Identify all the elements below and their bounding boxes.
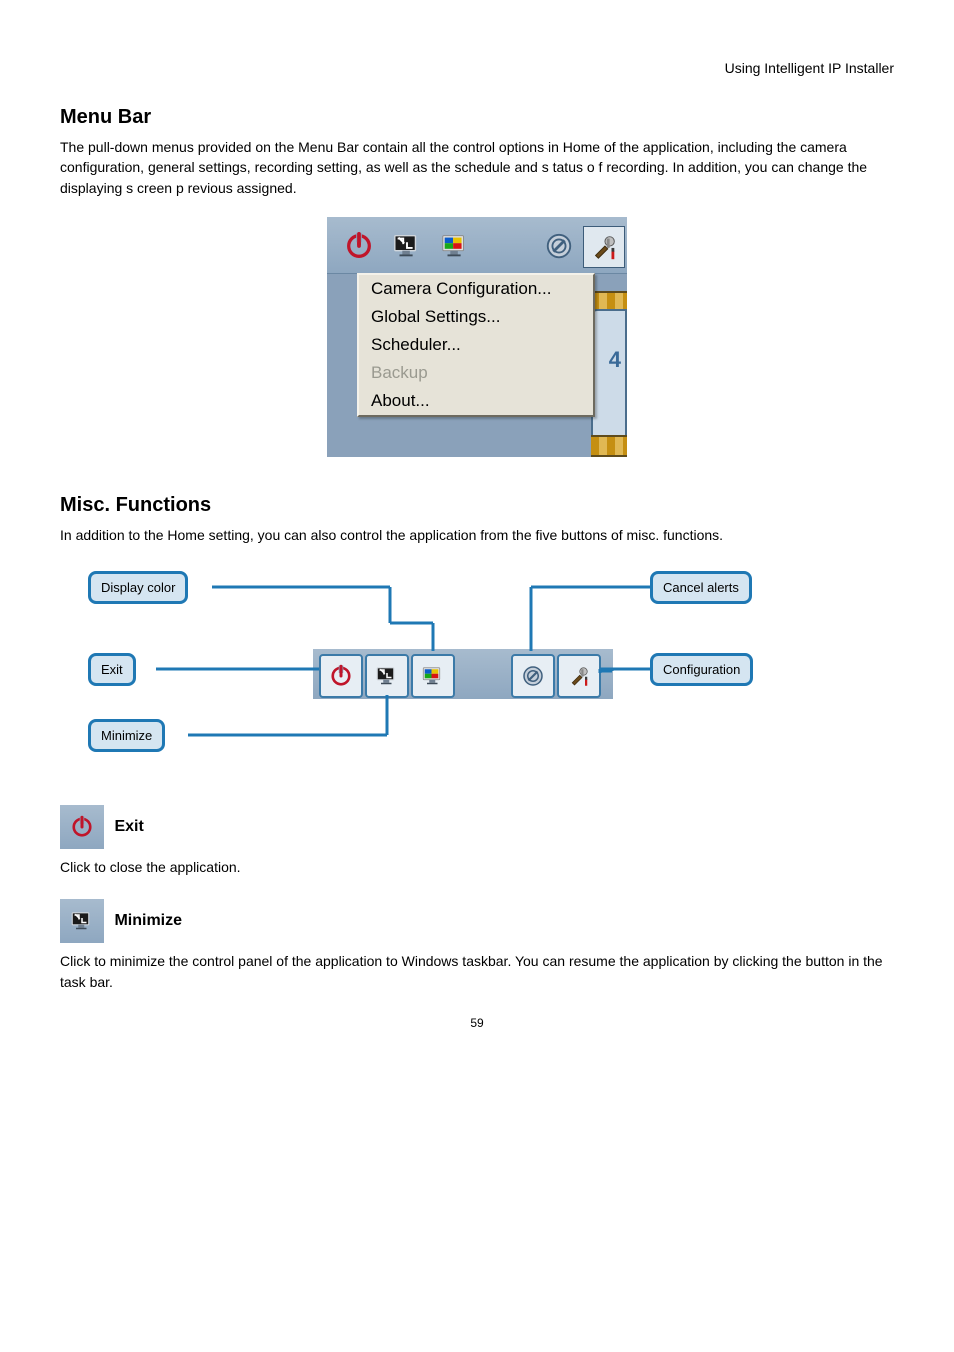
mini-cancel-alerts-button[interactable] xyxy=(511,654,555,698)
toolbar xyxy=(327,217,627,274)
minimize-body: Click to minimize the control panel of t… xyxy=(60,951,894,992)
page-header: Using Intelligent IP Installer xyxy=(60,60,894,76)
menu-item-about[interactable]: About... xyxy=(359,387,593,415)
minimize-head-label: Minimize xyxy=(114,913,182,930)
mini-color-button[interactable] xyxy=(411,654,455,698)
mini-configuration-button[interactable] xyxy=(557,654,601,698)
power-icon xyxy=(60,805,104,849)
power-icon[interactable] xyxy=(339,226,379,266)
menu-bar-screenshot: 4 Camera Configuration.. xyxy=(326,216,628,458)
callout-diagram: Display color Exit Minimize Cancel alert… xyxy=(60,563,894,783)
mini-toolbar xyxy=(313,649,613,699)
mini-minimize-button[interactable] xyxy=(365,654,409,698)
menu-item-camera-config[interactable]: Camera Configuration... xyxy=(359,275,593,303)
four-glyph: 4 xyxy=(609,347,621,373)
exit-head-label: Exit xyxy=(114,818,143,835)
exit-body: Click to close the application. xyxy=(60,857,894,877)
callout-minimize: Minimize xyxy=(88,719,165,752)
intro-paragraph: The pull-down menus provided on the Menu… xyxy=(60,137,894,198)
section-title: Menu Bar xyxy=(60,106,894,129)
misc-functions-head: Misc. Functions xyxy=(60,494,894,517)
monitor-minimize-icon[interactable] xyxy=(387,226,427,266)
misc-functions-lead: In addition to the Home setting, you can… xyxy=(60,525,894,545)
exit-heading: Exit xyxy=(60,805,894,849)
monitor-color-icon[interactable] xyxy=(435,226,475,266)
callout-exit: Exit xyxy=(88,653,136,686)
callout-configuration: Configuration xyxy=(650,653,753,686)
menu-item-global-settings[interactable]: Global Settings... xyxy=(359,303,593,331)
menu-item-backup: Backup xyxy=(359,359,593,387)
monitor-minimize-icon xyxy=(60,899,104,943)
callout-color: Display color xyxy=(88,571,188,604)
tools-icon[interactable] xyxy=(583,226,625,268)
mini-exit-button[interactable] xyxy=(319,654,363,698)
minimize-heading: Minimize xyxy=(60,899,894,943)
callout-cancel-alerts: Cancel alerts xyxy=(650,571,752,604)
round-cancel-icon[interactable] xyxy=(539,226,579,266)
page-number: 59 xyxy=(60,1016,894,1030)
menu-item-scheduler[interactable]: Scheduler... xyxy=(359,331,593,359)
context-menu: Camera Configuration... Global Settings.… xyxy=(357,273,595,417)
